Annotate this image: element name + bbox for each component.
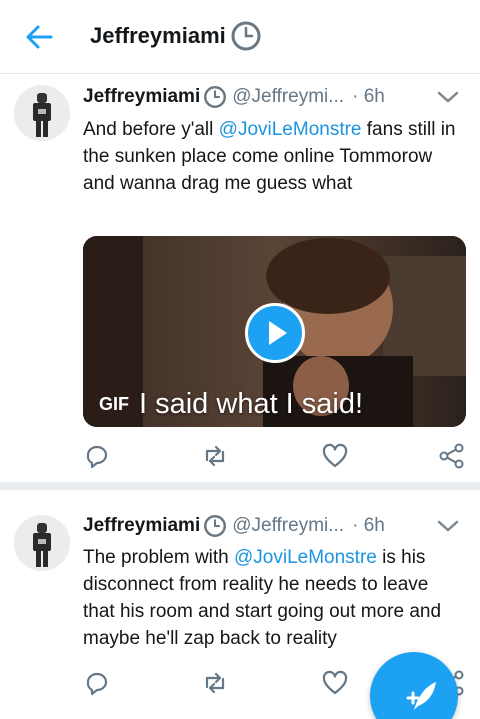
- compose-tweet-button[interactable]: [370, 652, 458, 719]
- gif-media[interactable]: GIF I said what I said!: [83, 236, 466, 427]
- avatar-image: [14, 85, 70, 141]
- like-icon[interactable]: [321, 442, 349, 470]
- user-handle[interactable]: @Jeffreymi...: [232, 86, 344, 108]
- profile-name: Jeffreymiami: [90, 23, 226, 48]
- retweet-icon[interactable]: [201, 669, 229, 697]
- tweet-text-part: And before y'all: [83, 119, 219, 140]
- mention-link[interactable]: @JoviLeMonstre: [219, 119, 362, 140]
- arrow-left-icon[interactable]: [24, 22, 54, 52]
- tweet-text: And before y'all @JoviLeMonstre fans sti…: [83, 116, 463, 197]
- share-icon[interactable]: [438, 442, 466, 470]
- gif-badge: GIF: [99, 394, 129, 414]
- play-icon: [269, 321, 287, 345]
- avatar[interactable]: [14, 515, 70, 571]
- profile-title: Jeffreymiami: [90, 20, 262, 52]
- reply-icon[interactable]: [83, 669, 111, 697]
- clock-icon: [231, 21, 261, 51]
- tweet-actions: [83, 442, 473, 472]
- tweet-text: The problem with @JoviLeMonstre is his d…: [83, 544, 463, 652]
- display-name[interactable]: Jeffreymiami: [83, 86, 200, 108]
- tweet-header: Jeffreymiami @Jeffreymi... · 6h: [83, 514, 466, 538]
- clock-icon: [204, 86, 227, 108]
- compose-feather-icon: [406, 682, 436, 710]
- user-handle[interactable]: @Jeffreymi...: [232, 515, 344, 537]
- clock-icon: [204, 515, 227, 537]
- timestamp: · 6h: [352, 515, 385, 536]
- chevron-down-icon[interactable]: [436, 87, 460, 107]
- tweet-header: Jeffreymiami @Jeffreymi... · 6h: [83, 85, 466, 109]
- avatar[interactable]: [14, 85, 70, 141]
- top-bar: Jeffreymiami: [0, 0, 480, 74]
- timestamp: · 6h: [352, 86, 385, 107]
- tweet[interactable]: Jeffreymiami @Jeffreymi... · 6h And befo…: [0, 75, 480, 490]
- mention-link[interactable]: @JoviLeMonstre: [234, 547, 377, 568]
- reply-icon[interactable]: [83, 442, 111, 470]
- tweet-text-part: The problem with: [83, 547, 235, 568]
- avatar-image: [14, 515, 70, 571]
- retweet-icon[interactable]: [201, 442, 229, 470]
- gif-caption: I said what I said!: [139, 388, 364, 420]
- chevron-down-icon[interactable]: [436, 516, 460, 536]
- play-button[interactable]: [245, 303, 305, 363]
- display-name[interactable]: Jeffreymiami: [83, 515, 200, 537]
- like-icon[interactable]: [321, 669, 349, 697]
